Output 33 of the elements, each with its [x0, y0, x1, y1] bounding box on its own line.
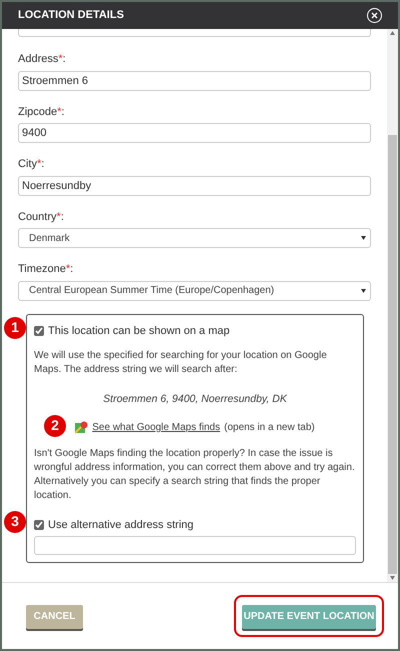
map-pin-icon	[75, 420, 88, 434]
intro-text: We will use the specified for searching for your location on Google Maps. The address string we will search after:	[34, 349, 328, 377]
select-field[interactable]: Denmark	[18, 228, 371, 248]
select-field[interactable]: Central European Summer Time (Europe/Copenhagen)	[18, 280, 371, 300]
caret-icon	[361, 236, 366, 240]
scroll-up-icon[interactable]	[390, 31, 395, 35]
field-label: Address*:	[18, 52, 67, 67]
close-button[interactable]	[367, 8, 382, 23]
checkbox[interactable]	[34, 326, 44, 336]
checkbox-label: Use alternative address string	[48, 518, 194, 533]
checkbox-label: This location can be shown on a map	[48, 324, 230, 338]
link-note: (opens in a new tab)	[224, 420, 315, 435]
address-string: Stroemmen 6, 9400, Noerresundby, DK	[102, 392, 288, 407]
scroll-down-icon[interactable]	[390, 576, 395, 580]
number-marker: 2	[44, 414, 66, 437]
field-label: Country*:	[18, 210, 65, 224]
field-label: City*:	[18, 157, 46, 172]
dialog-title: LOCATION DETAILS	[18, 8, 124, 24]
number-marker: 3	[4, 510, 26, 533]
input-field[interactable]: 9400	[18, 123, 371, 143]
close-icon	[371, 12, 378, 19]
input-field[interactable]	[18, 29, 371, 37]
checkbox[interactable]	[34, 520, 44, 530]
caret-icon	[361, 288, 366, 292]
field-label: Zipcode*:	[18, 104, 66, 120]
number-marker: 1	[4, 316, 26, 338]
maps-link[interactable]: See what Google Maps finds	[92, 420, 220, 435]
input-field[interactable]: Noerresundby	[18, 176, 371, 196]
field-label: Timezone*:	[18, 262, 74, 277]
help-text: Isn't Google Maps finding the location properly? In case the issue is wrongful address information, you can correct them above and try again. Alternatively you can specify a search string that finds the proper location.	[34, 446, 356, 503]
input-field[interactable]: Stroemmen 6	[18, 70, 371, 90]
input-field[interactable]	[34, 536, 356, 556]
scrollbar[interactable]	[387, 29, 398, 582]
